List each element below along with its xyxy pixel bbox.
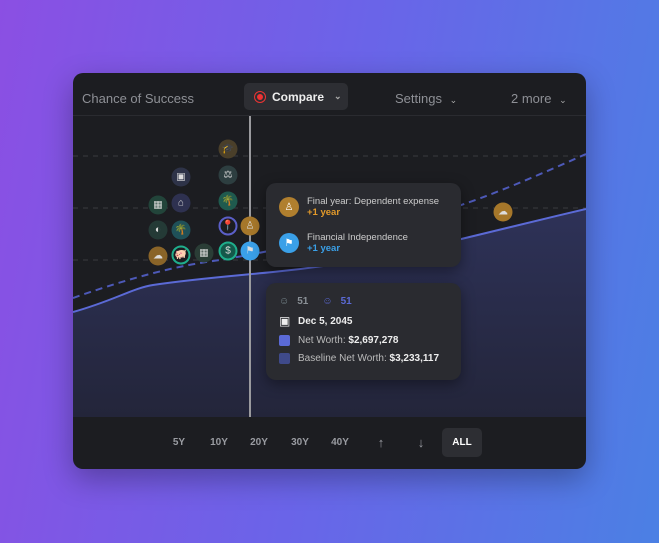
piggy-bank-icon[interactable]: 🐖: [171, 245, 191, 265]
range-all-button[interactable]: ALL: [442, 428, 482, 457]
record-icon: [254, 90, 266, 103]
baseline-age-icon: ☺: [322, 296, 333, 307]
event-row: ♙ Final year: Dependent expense +1 year: [266, 196, 461, 218]
age-icon: ☺: [279, 296, 290, 307]
date-value: Dec 5, 2045: [298, 315, 353, 327]
cloud-upload-icon[interactable]: ☁: [148, 246, 168, 266]
chart-card: Chance of Success Compare ⌄ Settings ⌄ 2…: [73, 73, 586, 469]
building-icon[interactable]: ▦: [148, 195, 168, 215]
range-20y-button[interactable]: 20Y: [239, 428, 279, 457]
compare-button[interactable]: Compare ⌄: [244, 83, 348, 110]
event-row: ⚑ Financial Independence +1 year: [266, 232, 461, 254]
range-30y-button[interactable]: 30Y: [280, 428, 320, 457]
more-label: 2 more: [511, 91, 552, 106]
net-worth-label: Net Worth:: [298, 335, 346, 346]
scale-icon[interactable]: ⚖: [218, 165, 238, 185]
range-10y-button[interactable]: 10Y: [199, 428, 239, 457]
events-tooltip: ♙ Final year: Dependent expense +1 year ⚑…: [266, 183, 461, 267]
event-delta: +1 year: [307, 243, 341, 254]
range-40y-button[interactable]: 40Y: [320, 428, 360, 457]
person-icon: ♙: [279, 197, 299, 217]
header: Chance of Success Compare ⌄ Settings ⌄ 2…: [73, 73, 586, 116]
building-icon[interactable]: ▦: [194, 243, 214, 263]
settings-label: Settings: [395, 91, 442, 106]
event-delta: +1 year: [307, 207, 341, 218]
baseline-row: Baseline Net Worth: $3,233,117: [266, 353, 461, 364]
baseline-swatch: [279, 353, 290, 364]
date-row: ▣ Dec 5, 2045: [266, 314, 461, 328]
flag-icon: ⚑: [279, 233, 299, 253]
event-label: Final year: Dependent expense: [307, 196, 440, 207]
net-worth-row: Net Worth: $2,697,278: [266, 335, 461, 346]
chance-of-success-tab[interactable]: Chance of Success: [82, 91, 194, 106]
chevron-down-icon: ⌄: [449, 95, 458, 105]
values-tooltip: ☺ 51 ☺ 51 ▣ Dec 5, 2045 Net Worth: $2,697,…: [266, 283, 461, 380]
baseline-value: $3,233,117: [389, 353, 440, 364]
location-pin-icon[interactable]: 📍: [218, 216, 238, 236]
arrow-up-icon[interactable]: ↑: [361, 428, 401, 457]
arrow-down-icon[interactable]: ↓: [401, 428, 441, 457]
range-bar: 5Y 10Y 20Y 30Y 40Y ↑ ↓ ALL: [73, 417, 586, 469]
event-label: Financial Independence: [307, 232, 408, 243]
chevron-down-icon: ⌄: [559, 95, 567, 105]
baseline-label: Baseline Net Worth:: [298, 353, 387, 364]
net-worth-value: $2,697,278: [348, 335, 399, 346]
dollar-icon[interactable]: $: [218, 241, 238, 261]
compare-label: Compare: [272, 89, 325, 104]
graduation-cap-icon[interactable]: 🎓: [218, 139, 238, 159]
palm-tree-icon[interactable]: 🌴: [218, 191, 238, 211]
age-value: 51: [297, 296, 309, 307]
cloud-upload-icon[interactable]: ☁: [493, 202, 513, 222]
briefcase-icon[interactable]: ▣: [171, 167, 191, 187]
palm-tree-icon[interactable]: 🌴: [171, 220, 191, 240]
net-worth-swatch: [279, 335, 290, 346]
baseline-age-value: 51: [340, 296, 352, 307]
home-icon[interactable]: ⌂: [171, 193, 191, 213]
more-dropdown[interactable]: 2 more ⌄: [511, 91, 567, 106]
person-icon[interactable]: ♙: [240, 216, 260, 236]
age-row: ☺ 51 ☺ 51: [266, 296, 461, 307]
range-5y-button[interactable]: 5Y: [159, 428, 199, 457]
settings-dropdown[interactable]: Settings ⌄: [395, 91, 457, 106]
flag-icon[interactable]: ⚑: [240, 241, 260, 261]
calendar-icon: ▣: [279, 314, 291, 328]
chevron-down-icon: ⌄: [334, 91, 342, 101]
half-circle-icon[interactable]: ◐: [148, 220, 168, 240]
